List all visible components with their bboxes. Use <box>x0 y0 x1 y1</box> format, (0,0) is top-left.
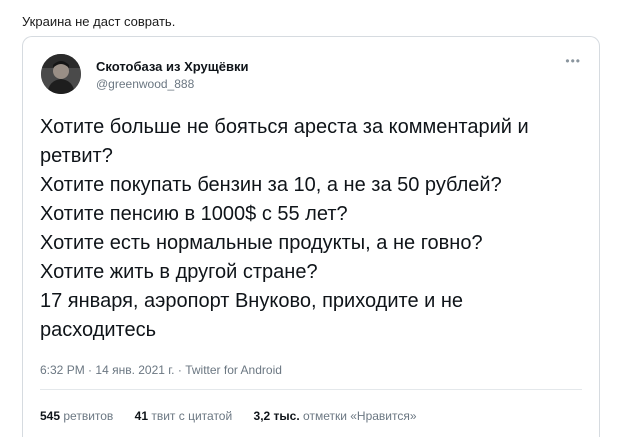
display-name[interactable]: Скотобаза из Хрущёвки <box>96 59 248 74</box>
tweet-line: Хотите жить в другой стране? <box>40 261 318 283</box>
more-options-icon[interactable]: ••• <box>565 54 581 68</box>
avatar[interactable] <box>41 54 81 94</box>
quotes-stat[interactable]: 41 твит с цитатой <box>135 409 236 423</box>
tweet-source[interactable]: Twitter for Android <box>185 363 282 377</box>
likes-label: отметки «Нравится» <box>303 409 417 423</box>
tweet-stats: 545 ретвитов 41 твит с цитатой 3,2 тыс. … <box>40 409 435 423</box>
retweets-count: 545 <box>40 409 61 423</box>
divider <box>40 389 582 390</box>
tweet-card: Скотобаза из Хрущёвки @greenwood_888 •••… <box>22 36 600 437</box>
likes-stat[interactable]: 3,2 тыс. отметки «Нравится» <box>254 409 417 423</box>
retweets-label: ретвитов <box>63 409 114 423</box>
tweet-line: расходитесь <box>40 319 157 341</box>
retweets-stat[interactable]: 545 ретвитов <box>40 409 117 423</box>
tweet-line: Хотите покупать бензин за 10, а не за 50… <box>40 174 502 196</box>
tweet-line: Хотите больше не бояться ареста за комме… <box>40 116 529 138</box>
meta-separator: · <box>88 363 93 377</box>
quotes-count: 41 <box>134 409 149 423</box>
tweet-time[interactable]: 6:32 PM <box>40 363 85 377</box>
tweet-line: 17 января, аэропорт Внуково, приходите и… <box>40 290 464 312</box>
meta-separator: · <box>177 363 182 377</box>
tweet-line: ретвит? <box>40 145 113 167</box>
tweet-line: Хотите пенсию в 1000$ с 55 лет? <box>40 203 348 225</box>
post-caption: Украина не даст соврать. <box>22 14 176 29</box>
tweet-text: Хотите больше не бояться ареста за комме… <box>40 113 585 345</box>
quotes-label: твит с цитатой <box>151 409 233 423</box>
tweet-meta: 6:32 PM · 14 янв. 2021 г. · Twitter for … <box>40 363 282 377</box>
user-handle[interactable]: @greenwood_888 <box>96 77 194 91</box>
likes-count: 3,2 тыс. <box>253 409 300 423</box>
tweet-line: Хотите есть нормальные продукты, а не го… <box>40 232 483 254</box>
avatar-image <box>41 54 81 94</box>
tweet-date[interactable]: 14 янв. 2021 г. <box>95 363 174 377</box>
